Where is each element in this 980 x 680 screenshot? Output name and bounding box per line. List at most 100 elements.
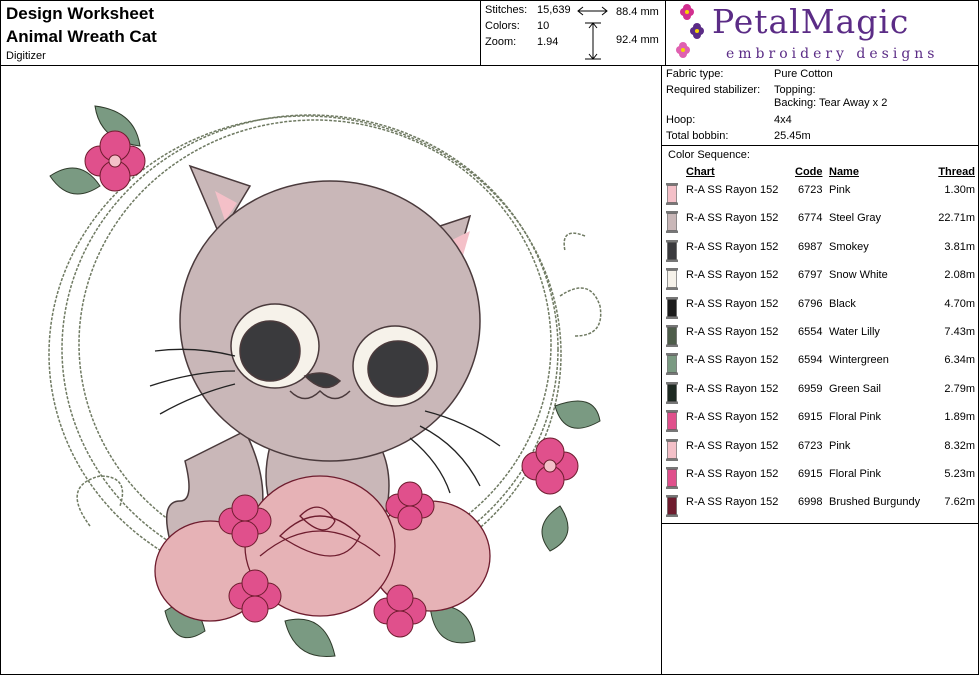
thread-chart: R-A SS Rayon 152 <box>686 496 779 509</box>
thread-length: 6.34m <box>944 354 975 367</box>
thread-spool-icon <box>666 381 678 404</box>
thread-spool-icon <box>666 183 678 205</box>
thread-code: 6959 <box>798 382 823 395</box>
thread-row: R-A SS Rayon 152 6987 Smokey 3.81m <box>662 237 979 265</box>
thread-name: Green Sail <box>829 382 881 395</box>
thread-row: R-A SS Rayon 152 6915 Floral Pink 5.23m <box>662 464 979 492</box>
thread-length: 3.81m <box>944 240 975 253</box>
thread-chart: R-A SS Rayon 152 <box>686 468 779 480</box>
thread-name: Black <box>829 297 856 310</box>
design-preview <box>0 66 662 675</box>
thread-code: 6998 <box>798 496 823 509</box>
zoom-label: Zoom: <box>485 36 517 48</box>
thread-code: 6594 <box>798 354 823 367</box>
thread-code: 6987 <box>798 240 823 253</box>
header-name: Name <box>829 166 859 178</box>
thread-spool-icon <box>666 211 678 234</box>
stabilizer-topping: Topping: <box>774 84 816 96</box>
thread-name: Floral Pink <box>829 411 881 424</box>
thread-row: R-A SS Rayon 152 6915 Floral Pink 1.89m <box>662 407 979 435</box>
logo-block: PetalMagic embroidery designs <box>666 0 979 66</box>
thread-code: 6796 <box>798 297 823 310</box>
hoop-label: Hoop: <box>666 114 696 126</box>
thread-code: 6915 <box>798 411 823 424</box>
color-sequence: Color Sequence: Chart Code Name Thread R… <box>662 146 979 524</box>
thread-row: R-A SS Rayon 152 6998 Brushed Burgundy 7.62… <box>662 492 979 520</box>
thread-name: Floral Pink <box>829 468 881 480</box>
flowers-logo-icon <box>676 4 704 58</box>
thread-length: 8.32m <box>944 439 975 452</box>
thread-row: R-A SS Rayon 152 6723 Pink 1.30m <box>662 180 979 208</box>
cat-wreath-embroidery-image <box>48 105 602 658</box>
header-code: Code <box>795 166 823 178</box>
thread-chart: R-A SS Rayon 152 <box>686 411 779 424</box>
thread-code: 6797 <box>798 269 823 282</box>
thread-chart: R-A SS Rayon 152 <box>686 269 779 282</box>
thread-code: 6554 <box>798 326 823 338</box>
thread-name: Water Lilly <box>829 326 880 338</box>
colors-label: Colors: <box>485 20 520 32</box>
worksheet-title: Design Worksheet <box>6 4 155 23</box>
thread-chart: R-A SS Rayon 152 <box>686 240 779 253</box>
fabric-info: Fabric type: Pure Cotton Required stabil… <box>662 66 979 146</box>
thread-spool-icon <box>666 410 678 433</box>
stabilizer-label: Required stabilizer: <box>666 84 761 96</box>
thread-row: R-A SS Rayon 152 6723 Pink 8.32m <box>662 436 979 464</box>
thread-length: 1.30m <box>944 184 975 196</box>
thread-chart: R-A SS Rayon 152 <box>686 382 779 395</box>
colors-value: 10 <box>537 20 550 32</box>
thread-chart: R-A SS Rayon 152 <box>686 439 779 452</box>
thread-spool-icon <box>666 325 678 347</box>
thread-length: 7.43m <box>944 326 975 338</box>
brand-logo-text: PetalMagic <box>712 2 910 41</box>
thread-length: 22.71m <box>938 212 975 225</box>
fabric-value: Pure Cotton <box>774 68 833 80</box>
thread-length: 2.79m <box>944 382 975 395</box>
thread-spool-icon <box>666 296 678 319</box>
design-name: Animal Wreath Cat <box>6 27 157 46</box>
title-block: Design Worksheet Animal Wreath Cat Digit… <box>0 0 481 66</box>
thread-chart: R-A SS Rayon 152 <box>686 297 779 310</box>
color-sequence-title: Color Sequence: <box>668 149 750 161</box>
thread-code: 6723 <box>798 439 823 452</box>
thread-name: Steel Gray <box>829 212 881 225</box>
thread-spool-icon <box>666 495 678 518</box>
thread-code: 6723 <box>798 184 823 196</box>
thread-chart: R-A SS Rayon 152 <box>686 354 779 367</box>
thread-length: 5.23m <box>944 468 975 480</box>
thread-name: Brushed Burgundy <box>829 496 921 509</box>
bobbin-value: 25.45m <box>774 130 811 142</box>
height-value: 92.4 mm <box>616 34 659 46</box>
thread-chart: R-A SS Rayon 152 <box>686 212 779 225</box>
thread-row: R-A SS Rayon 152 6554 Water Lilly 7.43m <box>662 322 979 350</box>
thread-code: 6915 <box>798 468 823 480</box>
thread-row: R-A SS Rayon 152 6796 Black 4.70m <box>662 294 979 322</box>
thread-row: R-A SS Rayon 152 6959 Green Sail 2.79m <box>662 379 979 407</box>
stitches-label: Stitches: <box>485 4 528 16</box>
thread-name: Smokey <box>829 240 869 253</box>
stabilizer-backing: Backing: Tear Away x 2 <box>774 97 888 109</box>
thread-length: 4.70m <box>944 297 975 310</box>
thread-code: 6774 <box>798 212 823 225</box>
thread-length: 7.62m <box>944 496 975 509</box>
thread-name: Pink <box>829 439 851 452</box>
stitches-value: 15,639 <box>537 4 571 16</box>
stats-block: Stitches: 15,639 Colors: 10 Zoom: 1.94 8… <box>481 0 666 66</box>
thread-name: Snow White <box>829 269 888 282</box>
thread-spool-icon <box>666 239 678 262</box>
thread-spool-icon <box>666 438 678 461</box>
thread-chart: R-A SS Rayon 152 <box>686 184 779 196</box>
fabric-label: Fabric type: <box>666 68 724 80</box>
thread-name: Pink <box>829 184 851 196</box>
thread-spool-icon <box>666 467 678 489</box>
zoom-value: 1.94 <box>537 36 559 48</box>
width-value: 88.4 mm <box>616 6 659 18</box>
header-thread: Thread <box>938 166 975 178</box>
bobbin-label: Total bobbin: <box>666 130 729 142</box>
thread-spool-icon <box>666 353 678 376</box>
thread-length: 2.08m <box>944 269 975 282</box>
thread-row: R-A SS Rayon 152 6797 Snow White 2.08m <box>662 265 979 293</box>
thread-length: 1.89m <box>944 411 975 424</box>
dimension-arrows-icon <box>577 6 608 60</box>
thread-name: Wintergreen <box>829 354 889 367</box>
